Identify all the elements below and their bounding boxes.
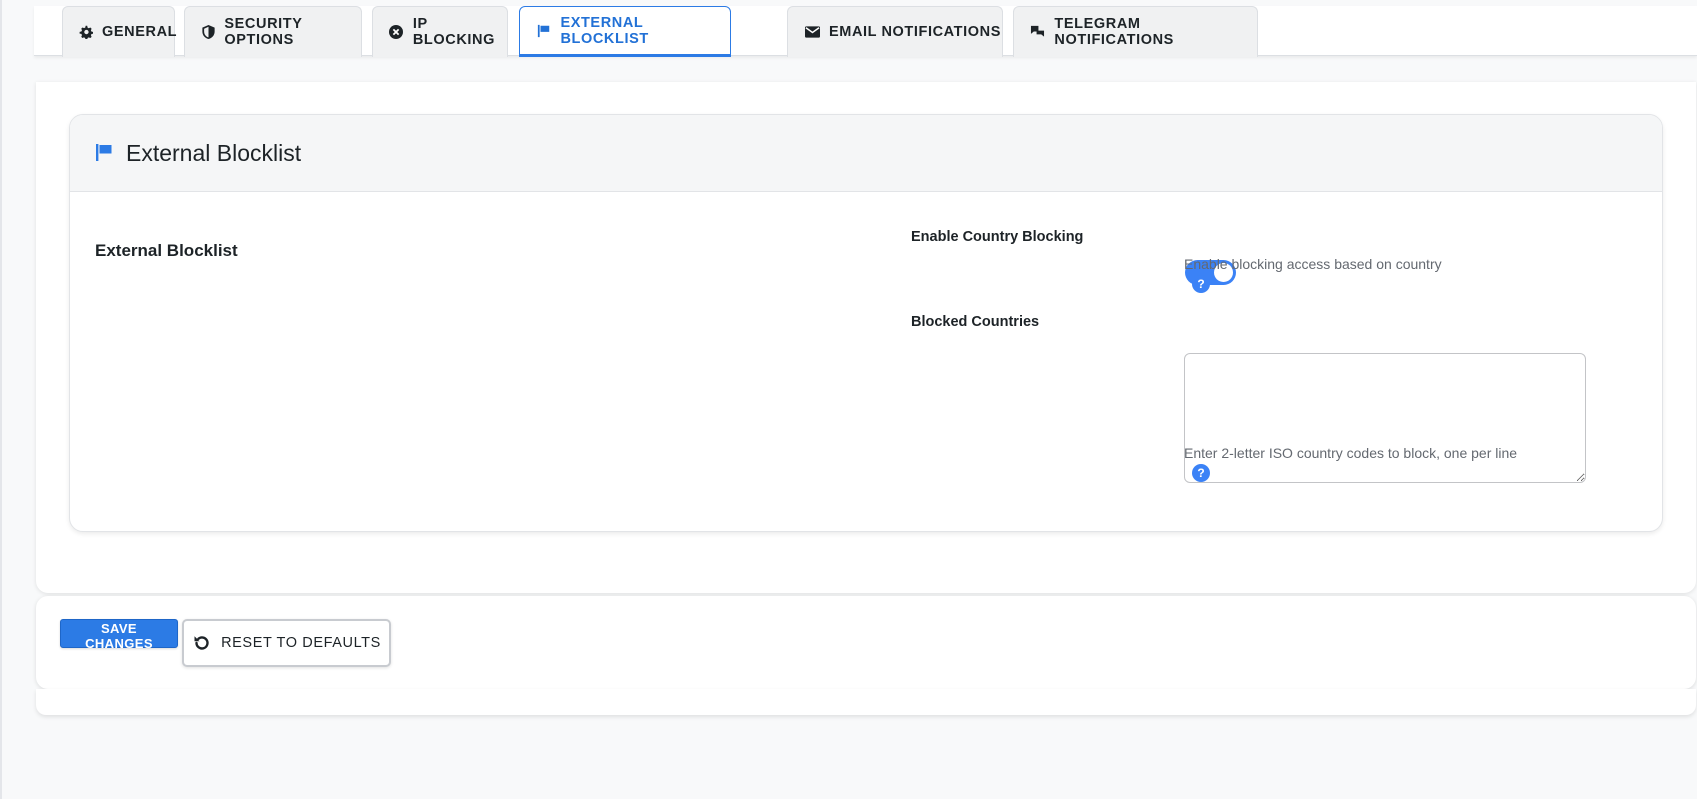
actions-panel: SAVE CHANGES RESET TO DEFAULTS [36, 596, 1696, 689]
country-blocking-label: Enable Country Blocking [911, 229, 1084, 245]
block-icon [389, 24, 404, 40]
external-blocklist-card: External Blocklist External Blocklist En… [69, 114, 1663, 532]
tab-label: GENERAL [102, 24, 178, 40]
settings-tabs: GENERAL SECURITY OPTIONS IP BLOCKING EXT… [34, 6, 1697, 57]
card-header: External Blocklist [70, 115, 1662, 192]
shield-icon [201, 24, 215, 40]
save-changes-button[interactable]: SAVE CHANGES [60, 619, 178, 651]
blocked-countries-label: Blocked Countries [911, 314, 1040, 330]
tab-label: SECURITY OPTIONS [224, 16, 303, 48]
tab-general[interactable]: GENERAL [62, 6, 178, 57]
tab-ip-blocking[interactable]: IP BLOCKING [372, 6, 508, 57]
tab-label: EXTERNAL BLOCKLIST [560, 14, 649, 47]
blocked-countries-textarea[interactable] [1184, 353, 1586, 483]
tab-label: EMAIL NOTIFICATIONS [829, 24, 1001, 40]
flag-icon [536, 23, 551, 39]
question-icon[interactable]: ? [1192, 275, 1210, 293]
question-icon[interactable]: ? [1192, 464, 1210, 482]
flag-icon [96, 144, 114, 162]
country-blocking-help: Enable blocking access based on country [1184, 256, 1442, 272]
settings-panel: External Blocklist External Blocklist En… [36, 82, 1696, 593]
reset-label: RESET TO DEFAULTS [221, 635, 381, 651]
card-title: External Blocklist [126, 139, 302, 166]
blocked-countries-help: Enter 2-letter ISO country codes to bloc… [1184, 445, 1518, 461]
gear-icon [79, 24, 93, 40]
envelope-icon [804, 24, 820, 40]
tab-email-notifications[interactable]: EMAIL NOTIFICATIONS [787, 6, 1003, 57]
section-label: External Blocklist [95, 241, 238, 260]
tab-security-options[interactable]: SECURITY OPTIONS [184, 6, 362, 57]
chat-icon [1030, 24, 1045, 40]
bottom-strip [36, 689, 1696, 715]
tab-telegram-notifications[interactable]: TELEGRAM NOTIFICATIONS [1013, 6, 1258, 57]
page-edge [0, 0, 2, 799]
reset-icon [192, 633, 212, 653]
tab-label: IP BLOCKING [412, 16, 495, 48]
reset-defaults-button[interactable]: RESET TO DEFAULTS [182, 619, 391, 667]
tab-external-blocklist[interactable]: EXTERNAL BLOCKLIST [519, 6, 731, 57]
tab-label: TELEGRAM NOTIFICATIONS [1054, 16, 1174, 48]
